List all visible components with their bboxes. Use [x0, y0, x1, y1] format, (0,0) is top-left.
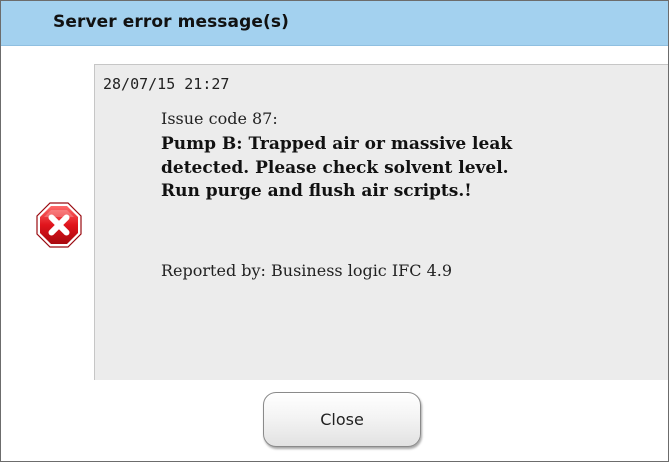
error-x-icon-graphic — [36, 202, 82, 248]
issue-message-text: Pump B: Trapped air or massive leak dete… — [161, 134, 513, 201]
close-button[interactable]: Close — [263, 392, 421, 447]
issue-code-label: Issue code 87: — [161, 109, 278, 128]
dialog-title-bar: Server error message(s) — [1, 1, 668, 46]
error-timestamp: 28/07/15 21:27 — [103, 75, 230, 93]
server-error-dialog: Server error message(s) 28/07/15 21:27 I… — [0, 0, 669, 462]
error-message-panel: 28/07/15 21:27 Issue code 87: Pump B: Tr… — [94, 64, 668, 380]
error-x-icon — [35, 201, 83, 249]
reported-by-label: Reported by: Business logic IFC 4.9 — [161, 261, 453, 280]
dialog-title: Server error message(s) — [53, 12, 289, 32]
